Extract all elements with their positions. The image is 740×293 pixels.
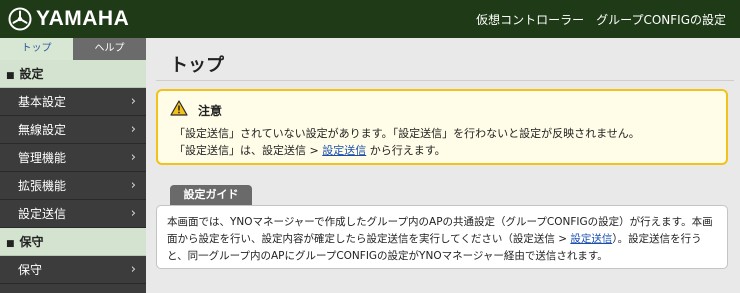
- guide-send-settings-link[interactable]: 設定送信: [570, 233, 612, 245]
- sidebar-item-extended[interactable]: 拡張機能 ›: [0, 172, 146, 200]
- header-title: 仮想コントローラー グループCONFIGの設定: [476, 13, 726, 27]
- chevron-right-icon: ›: [130, 178, 136, 193]
- notice-instruction-prefix: 「設定送信」は、設定送信 >: [174, 144, 323, 157]
- send-settings-link[interactable]: 設定送信: [322, 144, 366, 157]
- tab-top[interactable]: トップ: [0, 38, 73, 60]
- tab-help[interactable]: ヘルプ: [73, 38, 146, 60]
- yamaha-logo-icon: [8, 7, 32, 31]
- notice-instruction: 「設定送信」は、設定送信 > 設定送信 から行えます。: [174, 142, 446, 158]
- sidebar-item-label: 管理機能: [18, 151, 67, 165]
- sidebar: トップ ヘルプ ■ 設定 基本設定 › 無線設定 › 管理機能 › 拡張機能 › …: [0, 38, 146, 293]
- square-bullet-icon: ■: [6, 71, 15, 81]
- page-title: トップ: [170, 55, 224, 76]
- logo-text: YAMAHA: [36, 7, 130, 30]
- section-maintenance-label: 保守: [19, 235, 44, 249]
- chevron-right-icon: ›: [130, 262, 136, 277]
- notice-message: 「設定送信」されていない設定があります。「設定送信」を行わないと設定が反映されま…: [174, 127, 640, 140]
- app-header: YAMAHA 仮想コントローラー グループCONFIGの設定: [0, 0, 740, 38]
- sidebar-item-basic-settings[interactable]: 基本設定 ›: [0, 88, 146, 116]
- notice-instruction-suffix: から行えます。: [366, 144, 446, 157]
- square-bullet-icon: ■: [6, 239, 15, 249]
- sidebar-item-send-settings[interactable]: 設定送信 ›: [0, 200, 146, 228]
- chevron-right-icon: ›: [130, 150, 136, 165]
- sidebar-item-wireless-settings[interactable]: 無線設定 ›: [0, 116, 146, 144]
- sidebar-item-label: 拡張機能: [18, 179, 67, 193]
- notice-title: 注意: [198, 104, 223, 118]
- title-divider: [156, 80, 734, 81]
- sidebar-item-label: 設定送信: [18, 207, 67, 221]
- sidebar-item-label: 保守: [18, 263, 43, 277]
- warning-triangle-icon: [170, 100, 188, 116]
- sidebar-item-label: 基本設定: [18, 95, 67, 109]
- chevron-right-icon: ›: [130, 122, 136, 137]
- guide-tab: 設定ガイド: [170, 185, 252, 205]
- notice-box: 注意 「設定送信」されていない設定があります。「設定送信」を行わないと設定が反映…: [156, 89, 728, 165]
- section-maintenance: ■ 保守: [0, 228, 146, 256]
- yamaha-logo[interactable]: YAMAHA: [8, 6, 129, 32]
- guide-box: 本画面では、YNOマネージャーで作成したグループ内のAPの共通設定（グループCO…: [156, 205, 728, 269]
- sidebar-item-management[interactable]: 管理機能 ›: [0, 144, 146, 172]
- chevron-right-icon: ›: [130, 206, 136, 221]
- main-content: トップ 注意 「設定送信」されていない設定があります。「設定送信」を行わないと設…: [146, 38, 740, 293]
- chevron-right-icon: ›: [130, 94, 136, 109]
- sidebar-item-label: 無線設定: [18, 123, 67, 137]
- sidebar-item-maintenance[interactable]: 保守 ›: [0, 256, 146, 284]
- section-settings: ■ 設定: [0, 60, 146, 88]
- sidebar-tabs: トップ ヘルプ: [0, 38, 146, 60]
- section-settings-label: 設定: [19, 67, 44, 81]
